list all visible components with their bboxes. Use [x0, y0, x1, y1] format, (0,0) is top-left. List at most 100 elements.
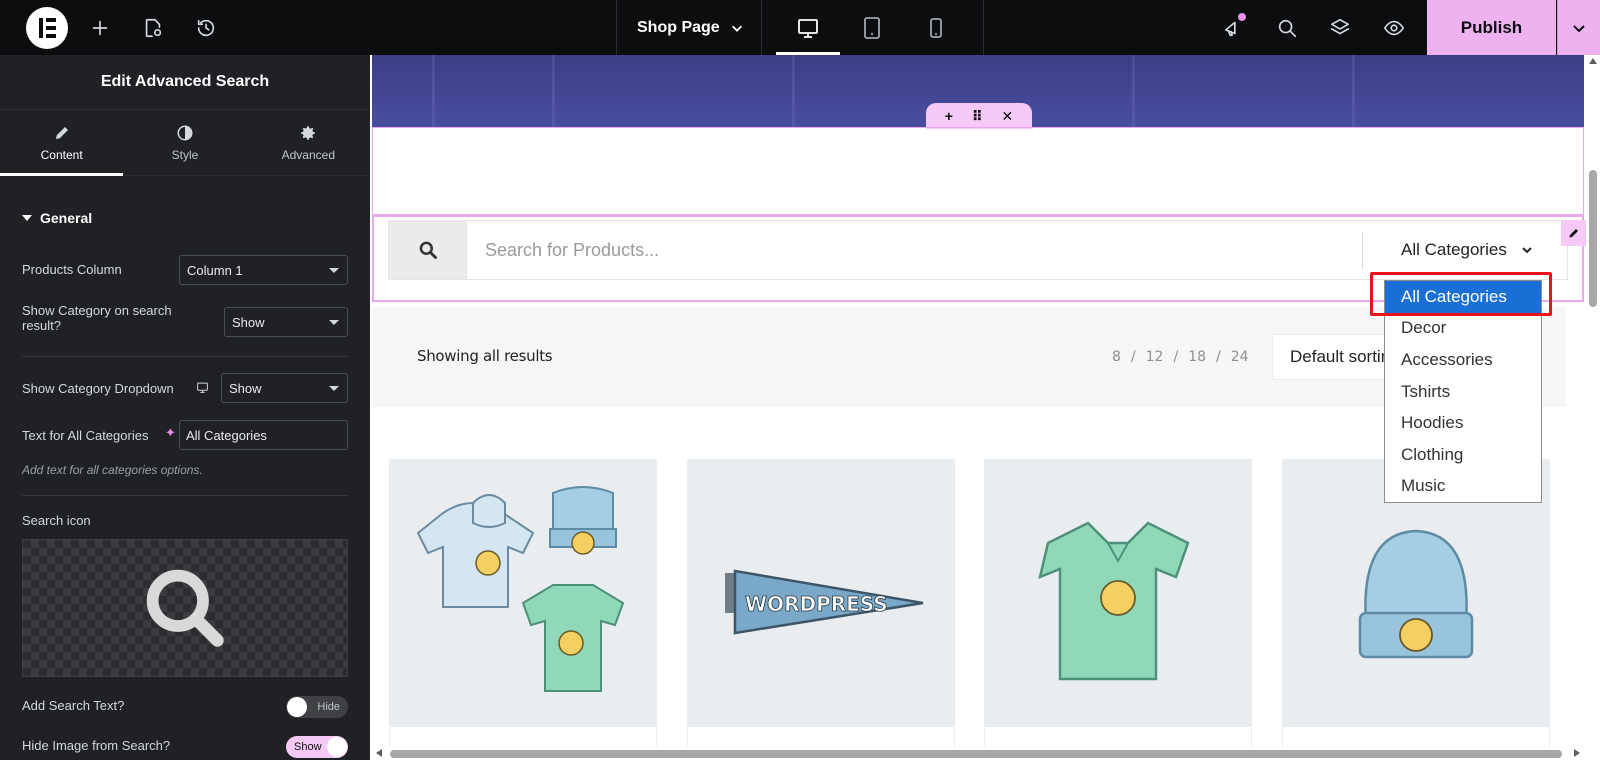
show-category-result-value: Show	[232, 314, 265, 330]
search-icon	[146, 569, 224, 647]
search-submit-button[interactable]	[389, 221, 467, 279]
hide-image-state: Show	[294, 741, 322, 753]
tab-style[interactable]: Style	[123, 110, 246, 175]
chevron-down-icon	[731, 25, 742, 32]
all-categories-text-label: Text for All Categories	[22, 428, 149, 443]
tab-content-label: Content	[40, 147, 83, 162]
add-element-icon[interactable]	[87, 15, 113, 41]
tab-advanced[interactable]: Advanced	[247, 110, 370, 175]
empty-container-outline[interactable]	[372, 127, 1584, 215]
per-page-separator: /	[1130, 349, 1136, 365]
per-page-12[interactable]: 12	[1146, 349, 1164, 365]
show-category-result-label: Show Category on search result?	[22, 303, 172, 333]
toggle-knob	[287, 697, 307, 717]
caret-down-icon	[22, 215, 32, 221]
hide-image-toggle[interactable]: Show	[286, 736, 348, 758]
tablet-view-button[interactable]	[840, 0, 904, 55]
wordpress-pennant-product-image[interactable]: WORDPRESS	[687, 459, 955, 727]
hoodie-beanie-tshirt-product-image[interactable]	[389, 459, 657, 727]
show-category-dropdown-value: Show	[229, 380, 262, 396]
pencil-icon	[1569, 229, 1578, 238]
delete-section-icon[interactable]: ✕	[1001, 108, 1013, 125]
dropdown-option-accessories[interactable]: Accessories	[1385, 344, 1541, 376]
horizontal-scroll-thumb[interactable]	[390, 750, 1562, 758]
add-search-text-state: Hide	[317, 701, 340, 713]
scroll-up-arrow-icon[interactable]	[1589, 58, 1597, 64]
section-handle[interactable]: + ⠿ ✕	[926, 103, 1032, 129]
drag-section-icon[interactable]: ⠿	[972, 108, 983, 125]
products-column-value: Column 1	[187, 262, 243, 278]
caret-down-icon	[329, 268, 339, 273]
publish-options-button[interactable]	[1557, 0, 1600, 55]
tablet-icon	[864, 16, 880, 39]
editor-panel: Edit Advanced Search Content Style Advan…	[0, 55, 370, 760]
search-icon[interactable]	[1274, 15, 1300, 41]
dropdown-option-clothing[interactable]: Clothing	[1385, 439, 1541, 471]
scroll-left-arrow-icon[interactable]	[376, 749, 382, 757]
gear-icon	[301, 125, 316, 140]
history-icon[interactable]	[193, 15, 219, 41]
desktop-view-button[interactable]	[776, 0, 840, 55]
show-category-dropdown-select[interactable]: Show	[221, 373, 348, 403]
tab-content[interactable]: Content	[0, 110, 124, 176]
dropdown-option-tshirts[interactable]: Tshirts	[1385, 376, 1541, 408]
page-name: Shop Page	[637, 18, 720, 36]
chevron-down-icon	[1573, 24, 1585, 32]
dropdown-option-hoodies[interactable]: Hoodies	[1385, 407, 1541, 439]
elementor-logo-icon[interactable]	[26, 7, 68, 49]
panel-title: Edit Advanced Search	[0, 55, 370, 110]
vneck-tshirt-product-image[interactable]	[984, 459, 1252, 727]
vertical-scrollbar[interactable]	[1586, 55, 1600, 747]
scroll-right-arrow-icon[interactable]	[1574, 749, 1580, 757]
dropdown-option-decor[interactable]: Decor	[1385, 313, 1541, 345]
pencil-icon	[55, 126, 68, 139]
all-categories-text-input[interactable]: All Categories	[179, 420, 348, 450]
search-icon-picker[interactable]	[22, 539, 348, 677]
search-input[interactable]: Search for Products...	[485, 221, 659, 279]
results-count: Showing all results	[417, 347, 553, 365]
preview-icon[interactable]	[1381, 15, 1407, 41]
toggle-knob	[327, 737, 347, 757]
per-page-separator: /	[1173, 349, 1179, 365]
highlight-annotation-box	[1370, 272, 1552, 316]
page-settings-icon[interactable]	[140, 15, 166, 41]
structure-icon[interactable]	[1327, 15, 1353, 41]
responsive-desktop-icon[interactable]	[196, 381, 209, 399]
page-selector[interactable]: Shop Page	[617, 0, 764, 55]
caret-down-icon	[329, 320, 339, 325]
show-category-dropdown-label: Show Category Dropdown	[22, 381, 174, 396]
edit-widget-button[interactable]	[1561, 220, 1586, 246]
per-page-separator: /	[1216, 349, 1221, 365]
all-categories-help: Add text for all categories options.	[22, 463, 203, 477]
category-select[interactable]: All Categories	[1401, 221, 1533, 279]
section-general-toggle[interactable]: General	[22, 210, 92, 226]
mobile-view-button[interactable]	[904, 0, 968, 55]
horizontal-scrollbar[interactable]	[370, 747, 1586, 760]
products-column-label: Products Column	[22, 262, 122, 277]
show-category-result-select[interactable]: Show	[224, 307, 348, 337]
ai-sparkle-icon[interactable]: ✦	[165, 425, 176, 441]
vertical-scroll-thumb[interactable]	[1589, 170, 1597, 307]
whats-new-icon[interactable]	[1220, 13, 1246, 41]
caret-down-icon	[329, 386, 339, 391]
add-search-text-label: Add Search Text?	[22, 698, 125, 713]
per-page-8[interactable]: 8	[1112, 349, 1121, 365]
products-column-select[interactable]: Column 1	[179, 255, 348, 285]
desktop-icon	[798, 18, 818, 38]
half-circle-icon	[177, 125, 193, 140]
publish-button[interactable]: Publish	[1427, 0, 1556, 55]
per-page-18[interactable]: 18	[1188, 349, 1206, 365]
hide-image-label: Hide Image from Search?	[22, 738, 171, 753]
search-icon	[419, 241, 437, 259]
add-search-text-toggle[interactable]: Hide	[286, 696, 348, 718]
tab-advanced-label: Advanced	[281, 147, 335, 162]
dropdown-option-music[interactable]: Music	[1385, 471, 1541, 503]
per-page-selector: 8 / 12 / 18 / 24	[1112, 349, 1249, 365]
section-general-title: General	[40, 210, 93, 226]
per-page-24[interactable]: 24	[1231, 349, 1249, 365]
add-section-icon[interactable]: +	[945, 108, 953, 124]
pennant-text: WORDPRESS	[745, 592, 888, 616]
mobile-icon	[930, 17, 942, 38]
notification-dot	[1238, 13, 1246, 21]
panel-tabs: Content Style Advanced	[0, 110, 370, 176]
